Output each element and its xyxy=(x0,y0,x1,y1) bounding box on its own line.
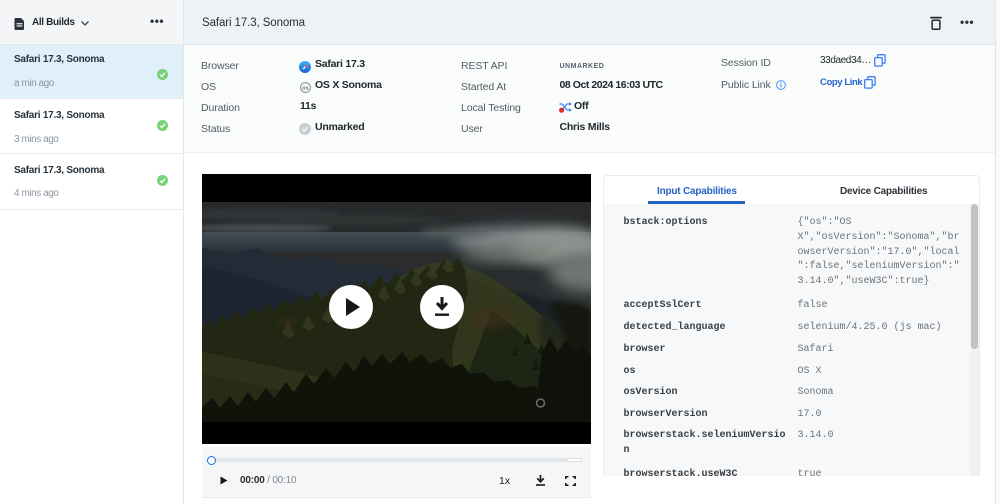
svg-text:os: os xyxy=(302,86,308,92)
